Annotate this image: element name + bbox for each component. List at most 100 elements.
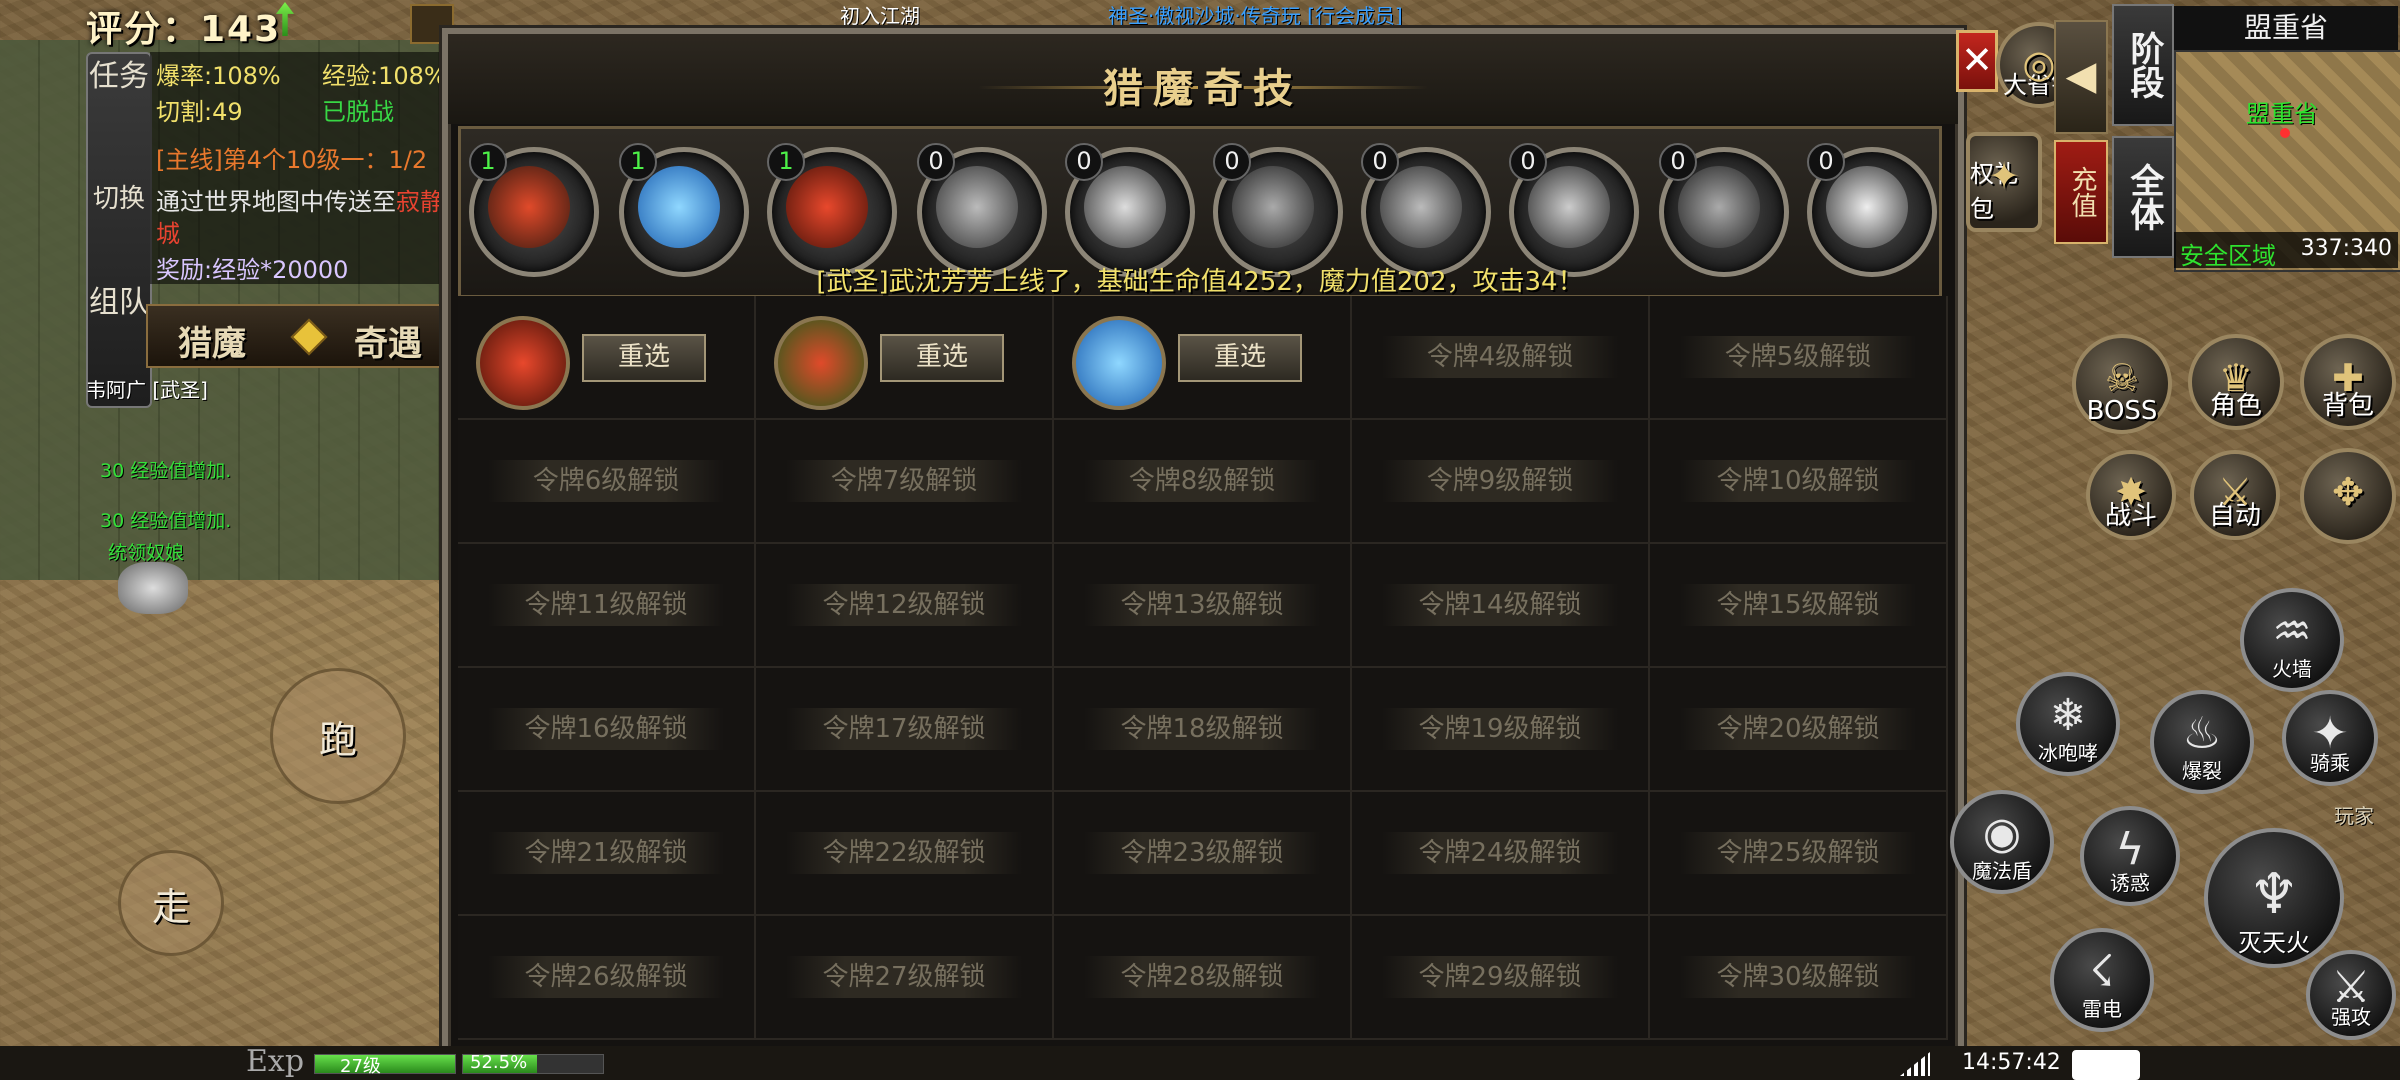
tab-adventure[interactable]: 奇遇	[354, 316, 422, 365]
minimap-label: 盟重省	[2246, 100, 2318, 128]
token-slot-30: 令牌30级解锁	[1650, 916, 1948, 1040]
level-fill	[315, 1055, 455, 1073]
character-sprite[interactable]	[118, 562, 188, 614]
token-slot-11: 令牌11级解锁	[458, 544, 756, 668]
locked-label: 令牌30级解锁	[1680, 956, 1916, 998]
burst-skill[interactable]: ♨ 爆裂	[2150, 690, 2254, 794]
diamond-icon	[290, 318, 328, 356]
ride-skill[interactable]: ✦ 骑乘	[2282, 690, 2378, 786]
locked-label: 令牌11级解锁	[488, 584, 724, 626]
recharge-button[interactable]: 充值	[2054, 140, 2108, 244]
locked-label: 令牌23级解锁	[1084, 832, 1320, 874]
move-cross-icon[interactable]: ✥	[2300, 448, 2396, 544]
token-slot-22: 令牌22级解锁	[756, 792, 1054, 916]
locked-label: 令牌8级解锁	[1084, 460, 1320, 502]
crossed-swords-icon: ⚔	[2217, 470, 2253, 515]
token-slot-24: 令牌24级解锁	[1352, 792, 1650, 916]
token-slot-8: 令牌8级解锁	[1054, 420, 1352, 544]
locked-label: 令牌16级解锁	[488, 708, 724, 750]
skull-icon: ☠	[2104, 356, 2140, 401]
ice-crystal-icon	[638, 166, 720, 248]
walk-button[interactable]: 走	[118, 850, 224, 956]
player-name[interactable]: 韦阿广 [武圣]	[86, 374, 208, 403]
crossed-swords-icon	[774, 316, 868, 410]
skill-level-5: 0	[1065, 143, 1103, 181]
boss-button[interactable]: ☠ BOSS	[2072, 334, 2172, 434]
token-slot-29: 令牌29级解锁	[1352, 916, 1650, 1040]
reselect-button-3[interactable]: 重选	[1178, 334, 1302, 382]
tempt-skill[interactable]: ϟ 诱惑	[2080, 806, 2180, 906]
locked-label: 令牌21级解锁	[488, 832, 724, 874]
thunder-icon: ☇	[2089, 946, 2115, 997]
reselect-button-2[interactable]: 重选	[880, 334, 1004, 382]
locked-label: 令牌25级解锁	[1680, 832, 1916, 874]
privilege-pack-button[interactable]: ✦ 权礼包	[1966, 132, 2042, 232]
token-slot-19: 令牌19级解锁	[1352, 668, 1650, 792]
reselect-button-1[interactable]: 重选	[582, 334, 706, 382]
stage-button[interactable]: 阶段	[2112, 4, 2174, 126]
skill-level-7: 0	[1361, 143, 1399, 181]
burst-icon	[1826, 166, 1908, 248]
helmet-icon: ♛	[2218, 355, 2254, 400]
coordinates: 337:340	[2300, 236, 2392, 261]
locked-label: 令牌9级解锁	[1382, 460, 1618, 502]
token-slot-28: 令牌28级解锁	[1054, 916, 1352, 1040]
token-slot-grid: 重选 重选 重选 令牌4级解锁 令牌5级解锁 令牌6级解锁 令牌7级解锁 令牌8…	[458, 296, 1948, 1040]
locked-label: 令牌19级解锁	[1382, 708, 1618, 750]
run-button[interactable]: 跑	[270, 668, 406, 804]
token-slot-5: 令牌5级解锁	[1650, 296, 1948, 420]
locked-label: 令牌26级解锁	[488, 956, 724, 998]
fire-wall-skill[interactable]: ♒ 火墙	[2240, 588, 2344, 692]
locked-label: 令牌24级解锁	[1382, 832, 1618, 874]
level-bar	[314, 1054, 456, 1074]
knot-icon	[1678, 166, 1760, 248]
safe-zone-label: 安全区域	[2180, 242, 2276, 270]
system-announcement: [武圣]武沈芳芳上线了，基础生命值4252，魔力值202，攻击34！	[816, 267, 1584, 297]
close-button[interactable]: ✕	[1956, 30, 1998, 92]
role-button[interactable]: ♛ 角色	[2188, 334, 2284, 430]
npc-name[interactable]: 统领奴娘	[108, 538, 184, 565]
token-slot-17: 令牌17级解锁	[756, 668, 1054, 792]
token-slot-10: 令牌10级解锁	[1650, 420, 1948, 544]
token-slot-9: 令牌9级解锁	[1352, 420, 1650, 544]
minimap-footer: 安全区域 337:340	[2174, 232, 2398, 270]
quest-desc-2: 城	[156, 220, 180, 248]
strong-attack-skill[interactable]: ⚔ 强攻	[2306, 950, 2396, 1040]
player-marker-icon	[2280, 128, 2290, 138]
fire-wall-icon: ♒	[2272, 606, 2312, 657]
extinguish-fire-skill[interactable]: ♆ 灭天火	[2204, 828, 2344, 968]
quest-panel[interactable]: 爆率:108% 经验:108% 切割:49 已脱战 [主线]第4个10级一：1/…	[150, 52, 450, 284]
collapse-arrow-icon[interactable]: ◀	[2054, 20, 2108, 134]
skill-level-10: 0	[1807, 143, 1845, 181]
magic-shield-skill[interactable]: ◉ 魔法盾	[1950, 790, 2054, 894]
tab-quest[interactable]: 任务	[88, 60, 150, 94]
token-slot-18: 令牌18级解锁	[1054, 668, 1352, 792]
thunder-skill[interactable]: ☇ 雷电	[2050, 928, 2154, 1032]
beast-icon	[1528, 166, 1610, 248]
bag-button[interactable]: ✚ 背包	[2300, 334, 2396, 430]
tab-hunt[interactable]: 猎魔	[178, 316, 246, 365]
quest-title[interactable]: [主线]第4个10级一：1/2	[156, 140, 427, 175]
ice-roar-skill[interactable]: ❄ 冰咆哮	[2016, 672, 2120, 776]
tab-switch[interactable]: 切换	[88, 182, 150, 216]
token-slot-1: 重选	[458, 296, 756, 420]
locked-label: 令牌10级解锁	[1680, 460, 1916, 502]
skill-level-6: 0	[1213, 143, 1251, 181]
auto-button[interactable]: ⚔ 自动	[2190, 450, 2280, 540]
crossed-swords-icon	[488, 166, 570, 248]
token-slot-13: 令牌13级解锁	[1054, 544, 1352, 668]
locked-label: 令牌15级解锁	[1680, 584, 1916, 626]
skill-level-3: 1	[767, 143, 805, 181]
locked-label: 令牌18级解锁	[1084, 708, 1320, 750]
swirl-icon	[1380, 166, 1462, 248]
locked-label: 令牌4级解锁	[1382, 336, 1618, 378]
gift-icon: ✦	[1988, 154, 2020, 199]
exp-percent: 52.5%	[470, 1052, 528, 1073]
player-label: 玩家	[2334, 804, 2374, 828]
tab-team[interactable]: 组队	[88, 286, 150, 320]
skill-level-2: 1	[619, 143, 657, 181]
battle-button[interactable]: ✸ 战斗	[2086, 450, 2176, 540]
all-button[interactable]: 全体	[2112, 136, 2174, 258]
skill-level-1: 1	[469, 143, 507, 181]
token-slot-6: 令牌6级解锁	[458, 420, 756, 544]
